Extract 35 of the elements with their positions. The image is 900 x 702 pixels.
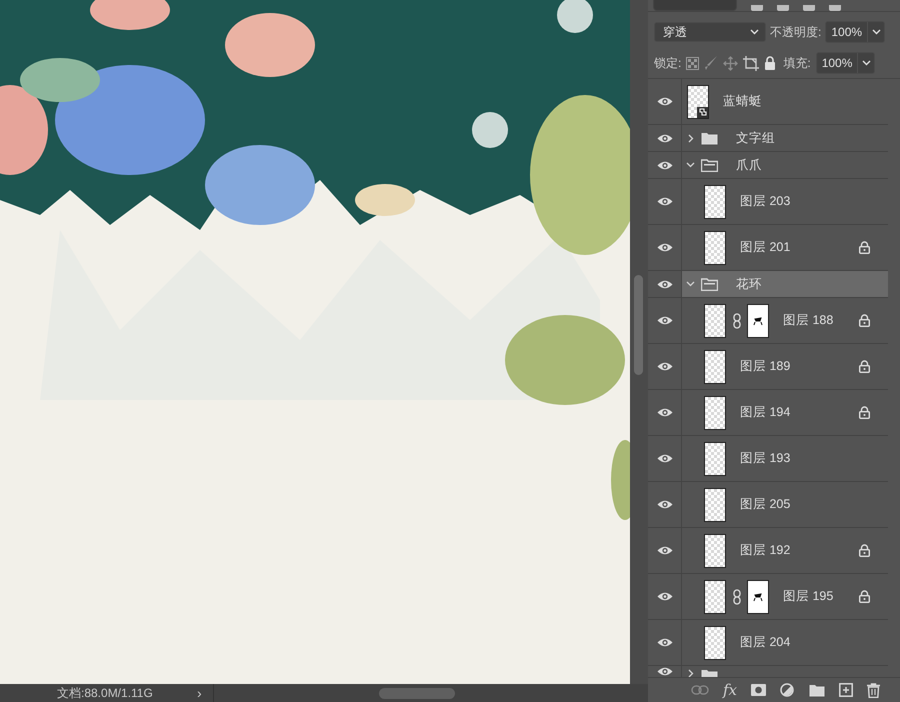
layer-name: 图层 194 <box>740 404 790 421</box>
lock-label: 锁定: <box>654 54 682 72</box>
layer-name: 蓝蜻蜓 <box>723 93 762 110</box>
layer-row[interactable]: 图层 189 <box>682 344 888 389</box>
layer-row[interactable]: 图层 195 <box>682 574 888 619</box>
layer-name: 图层 204 <box>740 634 790 651</box>
layer-row[interactable]: 图层 205 <box>682 482 888 527</box>
layer-name: 文字组 <box>736 130 775 146</box>
effects-button[interactable]: fx <box>722 681 737 699</box>
layer-row[interactable]: 图层 188 <box>682 298 888 343</box>
layer-row[interactable]: 花环 <box>682 271 888 297</box>
layer-row[interactable]: 图层 194 <box>682 390 888 435</box>
layer-row[interactable]: 图层 201 <box>682 225 888 270</box>
layer-name: 爪爪 <box>736 156 762 174</box>
layer-name: 图层 201 <box>740 239 790 256</box>
layer-row[interactable]: 文字组 <box>682 125 888 151</box>
layer-name: 花环 <box>736 276 762 292</box>
layer-row[interactable]: 图层 192 <box>682 528 888 573</box>
layer-row[interactable]: 图层 193 <box>682 436 888 481</box>
layer-row[interactable]: 图层 204 <box>682 620 888 665</box>
layer-name: 图层 195 <box>783 588 834 605</box>
layer-name: 图层 189 <box>740 358 790 375</box>
layer-row[interactable]: 爪爪 <box>682 152 888 178</box>
layer-row[interactable]: 图层 203 <box>682 179 888 224</box>
layer-name: 图层 205 <box>740 496 790 513</box>
opacity-label: 不透明度: <box>770 24 822 40</box>
layer-name: 图层 193 <box>740 450 790 467</box>
layer-name: 图层 203 <box>740 193 790 210</box>
status-menu-arrow[interactable]: › <box>197 685 213 701</box>
layer-name: 图层 192 <box>740 542 790 559</box>
document-size: 文档:88.0M/1.11G <box>56 684 154 702</box>
layer-name: 图层 188 <box>783 312 834 329</box>
blend-mode-dropdown[interactable]: 穿透 <box>654 22 766 42</box>
fill-label: 填充: <box>783 54 811 72</box>
layer-row[interactable]: 蓝蜻蜓 <box>682 79 888 124</box>
